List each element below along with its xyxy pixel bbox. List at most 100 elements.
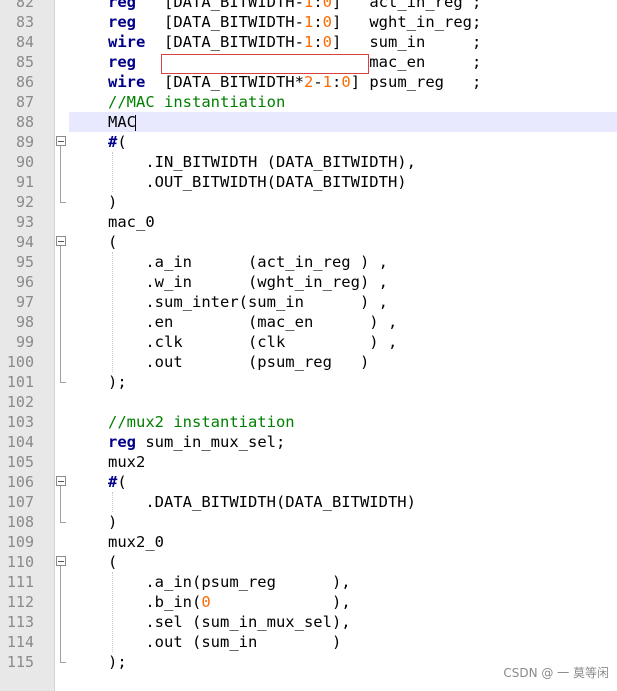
code-text[interactable]: wire [DATA_BITWIDTH*2-1:0] psum_reg ; [69, 72, 617, 92]
code-editor[interactable]: 82 reg [DATA_BITWIDTH-1:0] act_in_reg ; 83… [0, 0, 617, 672]
code-line[interactable]: 87 //MAC instantiation [0, 92, 617, 112]
fold-marker [55, 312, 67, 332]
code-text[interactable]: reg [DATA_BITWIDTH-1:0] act_in_reg ; [69, 0, 617, 12]
code-line[interactable]: 90 .IN_BITWIDTH (DATA_BITWIDTH), [0, 152, 617, 172]
code-line[interactable]: 113 .sel (sum_in_mux_sel), [0, 612, 617, 632]
code-text[interactable]: .a_in(psum_reg ), [69, 572, 617, 592]
code-text[interactable]: mux2 [69, 452, 617, 472]
keyword-token: reg [108, 53, 136, 71]
line-number: 111 [6, 573, 34, 591]
code-token: .IN_BITWIDTH (DATA_BITWIDTH), [108, 153, 416, 171]
line-number: 105 [6, 453, 34, 471]
line-number: 97 [15, 293, 34, 311]
code-text[interactable]: .b_in(0 ), [69, 592, 617, 612]
code-token: [DATA_BITWIDTH- [145, 33, 304, 51]
code-text[interactable]: ( [69, 232, 617, 252]
code-text[interactable]: .a_in (act_in_reg ) , [69, 252, 617, 272]
code-line[interactable]: 108) [0, 512, 617, 532]
code-token: .a_in (act_in_reg ) , [108, 253, 388, 271]
code-token: .OUT_BITWIDTH(DATA_BITWIDTH) [108, 173, 407, 191]
code-line[interactable]: 104 reg sum_in_mux_sel; [0, 432, 617, 452]
code-text[interactable]: reg sum_in_mux_sel; [69, 432, 617, 452]
code-text[interactable]: ( [69, 552, 617, 572]
code-token: ] act_in_reg ; [332, 0, 482, 11]
fold-collapse-icon[interactable] [56, 136, 66, 146]
code-line[interactable]: 112 .b_in(0 ), [0, 592, 617, 612]
code-text[interactable]: ) [69, 192, 617, 212]
code-text[interactable]: .out (psum_reg ) [69, 352, 617, 372]
code-text[interactable]: reg [DATA_BITWIDTH-1:0] wght_in_reg; [69, 12, 617, 32]
fold-marker [55, 492, 67, 512]
code-line[interactable]: 88 MAC [0, 112, 617, 132]
code-line[interactable]: 100 .out (psum_reg ) [0, 352, 617, 372]
code-line[interactable]: 110 ( [0, 552, 617, 572]
code-line[interactable]: 92) [0, 192, 617, 212]
code-text[interactable]: .OUT_BITWIDTH(DATA_BITWIDTH) [69, 172, 617, 192]
code-line[interactable]: 111 .a_in(psum_reg ), [0, 572, 617, 592]
code-line[interactable]: 84 wire [DATA_BITWIDTH-1:0] sum_in ; [0, 32, 617, 52]
code-line[interactable]: 94 ( [0, 232, 617, 252]
code-line[interactable]: 86 wire [DATA_BITWIDTH*2-1:0] psum_reg ; [0, 72, 617, 92]
code-text[interactable]: #( [69, 132, 617, 152]
code-text[interactable]: .clk (clk ) , [69, 332, 617, 352]
indent-guide [112, 252, 113, 372]
code-token: .out (sum_in ) [108, 633, 342, 651]
fold-collapse-icon[interactable] [56, 556, 66, 566]
code-line[interactable]: 103 //mux2 instantiation [0, 412, 617, 432]
line-number: 98 [15, 313, 34, 331]
code-line[interactable]: 95 .a_in (act_in_reg ) , [0, 252, 617, 272]
code-token: ); [108, 373, 127, 391]
code-text[interactable]: mux2_0 [69, 532, 617, 552]
fold-marker[interactable] [55, 232, 67, 252]
code-text[interactable]: //MAC instantiation [69, 92, 617, 112]
code-line[interactable]: 114 .out (sum_in ) [0, 632, 617, 652]
code-text[interactable]: .sel (sum_in_mux_sel), [69, 612, 617, 632]
fold-marker[interactable] [55, 472, 67, 492]
code-text[interactable]: MAC [69, 112, 617, 132]
line-number: 88 [15, 113, 34, 131]
code-text[interactable]: ) [69, 512, 617, 532]
code-text[interactable]: .en (mac_en ) , [69, 312, 617, 332]
code-line[interactable]: 97 .sum_inter(sum_in ) , [0, 292, 617, 312]
code-text[interactable]: wire [DATA_BITWIDTH-1:0] sum_in ; [69, 32, 617, 52]
line-number: 113 [6, 613, 34, 631]
fold-marker [55, 572, 67, 592]
code-line[interactable]: 101); [0, 372, 617, 392]
code-text[interactable]: .out (sum_in ) [69, 632, 617, 652]
code-text[interactable]: //mux2 instantiation [69, 412, 617, 432]
fold-marker[interactable] [55, 552, 67, 572]
code-text[interactable]: #( [69, 472, 617, 492]
code-line[interactable]: 98 .en (mac_en ) , [0, 312, 617, 332]
code-line[interactable]: 109 mux2_0 [0, 532, 617, 552]
fold-collapse-icon[interactable] [56, 236, 66, 246]
keyword-token: # [108, 133, 118, 151]
code-line[interactable]: 93 mac_0 [0, 212, 617, 232]
code-line[interactable]: 91 .OUT_BITWIDTH(DATA_BITWIDTH) [0, 172, 617, 192]
code-line[interactable]: 107 .DATA_BITWIDTH(DATA_BITWIDTH) [0, 492, 617, 512]
code-text[interactable]: .DATA_BITWIDTH(DATA_BITWIDTH) [69, 492, 617, 512]
code-line[interactable]: 89 #( [0, 132, 617, 152]
fold-marker[interactable] [55, 132, 67, 152]
code-line[interactable]: 105 mux2 [0, 452, 617, 472]
code-token: mac_0 [108, 213, 155, 231]
indent-guide [112, 492, 113, 512]
code-text[interactable]: mac_0 [69, 212, 617, 232]
code-line[interactable]: 83 reg [DATA_BITWIDTH-1:0] wght_in_reg; [0, 12, 617, 32]
code-line[interactable]: 106 #( [0, 472, 617, 492]
code-text[interactable] [69, 392, 617, 412]
code-line[interactable]: 102 [0, 392, 617, 412]
code-text[interactable]: ); [69, 372, 617, 392]
fold-collapse-icon[interactable] [56, 476, 66, 486]
code-text[interactable]: .sum_inter(sum_in ) , [69, 292, 617, 312]
code-line[interactable]: 82 reg [DATA_BITWIDTH-1:0] act_in_reg ; [0, 0, 617, 12]
code-token: .en (mac_en ) , [108, 313, 398, 331]
code-token: .out (psum_reg ) [108, 353, 370, 371]
line-number: 92 [15, 193, 34, 211]
code-line[interactable]: 96 .w_in (wght_in_reg) , [0, 272, 617, 292]
code-text[interactable]: .IN_BITWIDTH (DATA_BITWIDTH), [69, 152, 617, 172]
text-cursor [135, 114, 136, 131]
code-text[interactable]: .w_in (wght_in_reg) , [69, 272, 617, 292]
code-token: sum_in_mux_sel; [136, 433, 286, 451]
code-line[interactable]: 99 .clk (clk ) , [0, 332, 617, 352]
code-token: ) [108, 513, 118, 531]
